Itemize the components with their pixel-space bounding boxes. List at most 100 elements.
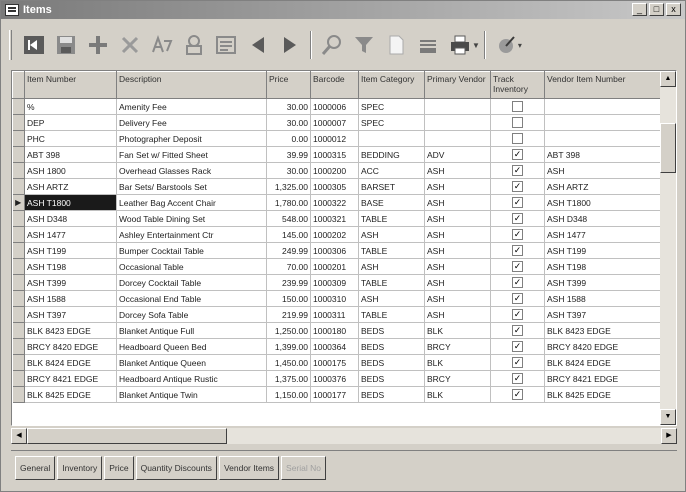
scroll-down-button[interactable]: ▼: [660, 409, 676, 425]
cell-price[interactable]: 70.00: [266, 258, 311, 275]
row-selector[interactable]: [12, 274, 25, 291]
cell-vendor-item-number[interactable]: ASH T397: [544, 306, 660, 323]
cell-barcode[interactable]: 1000305: [310, 178, 359, 195]
cell-description[interactable]: Delivery Fee: [116, 114, 267, 131]
cell-vendor-item-number[interactable]: ASH D348: [544, 210, 660, 227]
row-selector[interactable]: [12, 130, 25, 147]
minimize-button[interactable]: _: [632, 3, 647, 16]
cell-primary-vendor[interactable]: [424, 98, 491, 115]
cell-track-inventory[interactable]: ✓: [490, 290, 545, 307]
track-inventory-checkbox[interactable]: ✓: [512, 245, 523, 257]
cell-item-number[interactable]: ASH T399: [24, 274, 117, 291]
cell-item-number[interactable]: ASH T198: [24, 258, 117, 275]
cell-price[interactable]: 30.00: [266, 98, 311, 115]
cell-item-number[interactable]: %: [24, 98, 117, 115]
scroll-right-button[interactable]: ▶: [661, 428, 677, 444]
cell-description[interactable]: Leather Bag Accent Chair: [116, 194, 267, 211]
cell-track-inventory[interactable]: [490, 98, 545, 115]
row-selector[interactable]: [12, 370, 25, 387]
cell-price[interactable]: 145.00: [266, 226, 311, 243]
cell-item-number[interactable]: BRCY 8421 EDGE: [24, 370, 117, 387]
vertical-scrollbar[interactable]: ▲ ▼: [660, 71, 676, 425]
cell-item-category[interactable]: TABLE: [358, 242, 425, 259]
cell-track-inventory[interactable]: ✓: [490, 178, 545, 195]
cell-item-category[interactable]: BARSET: [358, 178, 425, 195]
cell-primary-vendor[interactable]: ASH: [424, 306, 491, 323]
scroll-left-button[interactable]: ◀: [11, 428, 27, 444]
row-selector[interactable]: [12, 178, 25, 195]
cell-vendor-item-number[interactable]: ASH T399: [544, 274, 660, 291]
cell-item-number[interactable]: BLK 8425 EDGE: [24, 386, 117, 403]
cell-vendor-item-number[interactable]: [544, 98, 660, 115]
table-row[interactable]: BLK 8425 EDGE Blanket Antique Twin 1,150.0…: [12, 386, 660, 403]
cell-description[interactable]: Overhead Glasses Rack: [116, 162, 267, 179]
track-inventory-checkbox[interactable]: ✓: [512, 229, 523, 241]
cell-barcode[interactable]: 1000007: [310, 114, 359, 131]
cell-primary-vendor[interactable]: ASH: [424, 226, 491, 243]
cell-track-inventory[interactable]: ✓: [490, 194, 545, 211]
title-bar[interactable]: Items _ □ x: [1, 1, 685, 19]
cell-vendor-item-number[interactable]: ASH T199: [544, 242, 660, 259]
next-button[interactable]: [274, 29, 306, 61]
cell-primary-vendor[interactable]: ADV: [424, 146, 491, 163]
track-inventory-checkbox[interactable]: ✓: [512, 389, 523, 401]
cell-price[interactable]: 219.99: [266, 306, 311, 323]
cell-price[interactable]: 30.00: [266, 114, 311, 131]
toolbar-grip[interactable]: [9, 30, 12, 60]
scroll-up-button[interactable]: ▲: [660, 71, 676, 87]
track-inventory-checkbox[interactable]: [512, 133, 523, 145]
row-selector[interactable]: [12, 258, 25, 275]
horizontal-scroll-thumb[interactable]: [27, 428, 227, 444]
cell-item-number[interactable]: PHC: [24, 130, 117, 147]
table-row[interactable]: BRCY 8421 EDGE Headboard Antique Rustic 1,…: [12, 370, 660, 387]
cell-vendor-item-number[interactable]: ASH 1477: [544, 226, 660, 243]
cell-description[interactable]: Wood Table Dining Set: [116, 210, 267, 227]
cell-track-inventory[interactable]: ✓: [490, 354, 545, 371]
table-row[interactable]: ASH T198 Occasional Table 70.00 1000201 ASH A…: [12, 258, 660, 275]
cell-description[interactable]: Ashley Entertainment Ctr: [116, 226, 267, 243]
cell-vendor-item-number[interactable]: [544, 114, 660, 131]
cell-description[interactable]: Bar Sets/ Barstools Set: [116, 178, 267, 195]
table-row[interactable]: ASH T399 Dorcey Cocktail Table 239.99 10003…: [12, 274, 660, 291]
first-record-button[interactable]: [18, 29, 50, 61]
cell-price[interactable]: 150.00: [266, 290, 311, 307]
cell-price[interactable]: 1,399.00: [266, 338, 311, 355]
cell-item-number[interactable]: BRCY 8420 EDGE: [24, 338, 117, 355]
row-selector[interactable]: [12, 226, 25, 243]
table-row[interactable]: % Amenity Fee 30.00 1000006 SPEC: [12, 98, 660, 115]
cell-item-number[interactable]: ASH ARTZ: [24, 178, 117, 195]
horizontal-scrollbar[interactable]: ◀ ▶: [11, 428, 677, 444]
cell-description[interactable]: Blanket Antique Twin: [116, 386, 267, 403]
row-selector[interactable]: [12, 210, 25, 227]
cell-track-inventory[interactable]: ✓: [490, 258, 545, 275]
cell-item-category[interactable]: BEDS: [358, 386, 425, 403]
row-selector[interactable]: [12, 306, 25, 323]
cell-price[interactable]: 0.00: [266, 130, 311, 147]
cell-vendor-item-number[interactable]: ABT 398: [544, 146, 660, 163]
cell-primary-vendor[interactable]: [424, 114, 491, 131]
track-inventory-checkbox[interactable]: ✓: [512, 293, 523, 305]
cell-price[interactable]: 1,150.00: [266, 386, 311, 403]
tab-quantity-discounts[interactable]: Quantity Discounts: [135, 455, 217, 480]
row-selector[interactable]: [12, 114, 25, 131]
table-row[interactable]: ASH T397 Dorcey Sofa Table 219.99 1000311 TA…: [12, 306, 660, 323]
cell-item-category[interactable]: BEDDING: [358, 146, 425, 163]
cell-item-number[interactable]: ASH T1800: [24, 194, 117, 211]
cell-item-category[interactable]: BEDS: [358, 338, 425, 355]
cell-description[interactable]: Amenity Fee: [116, 98, 267, 115]
track-inventory-checkbox[interactable]: ✓: [512, 149, 523, 161]
print-preview-button[interactable]: [178, 29, 210, 61]
delete-button[interactable]: [114, 29, 146, 61]
list-button[interactable]: [210, 29, 242, 61]
track-inventory-checkbox[interactable]: [512, 101, 523, 113]
cell-track-inventory[interactable]: ✓: [490, 274, 545, 291]
cell-description[interactable]: Blanket Antique Full: [116, 322, 267, 339]
cell-item-category[interactable]: ASH: [358, 226, 425, 243]
row-selector[interactable]: [12, 354, 25, 371]
previous-button[interactable]: [242, 29, 274, 61]
cell-barcode[interactable]: 1000376: [310, 370, 359, 387]
table-row[interactable]: ASH D348 Wood Table Dining Set 548.00 10003…: [12, 210, 660, 227]
cell-item-number[interactable]: ASH 1477: [24, 226, 117, 243]
table-row[interactable]: ▶ ASH T1800 Leather Bag Accent Chair 1,780.…: [12, 194, 660, 211]
track-inventory-checkbox[interactable]: ✓: [512, 197, 523, 209]
